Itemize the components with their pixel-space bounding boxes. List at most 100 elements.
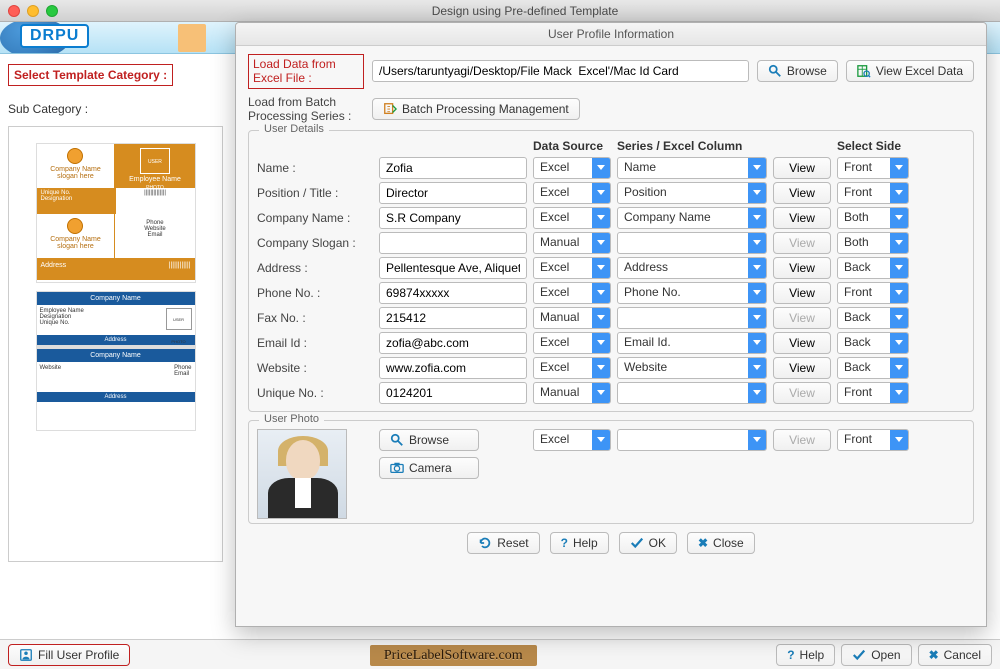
- fill-user-profile-button[interactable]: Fill User Profile: [8, 644, 130, 666]
- tmpl-company2: Company Name: [37, 236, 115, 243]
- series-column-select[interactable]: Website: [617, 357, 767, 379]
- chevron-down-icon: [748, 383, 766, 403]
- data-source-select[interactable]: Excel: [533, 182, 611, 204]
- tmpl2-uniq: Unique No.: [40, 320, 84, 326]
- select-side-select[interactable]: Both: [837, 207, 909, 229]
- chevron-down-icon: [890, 430, 908, 450]
- tmpl-company: Company Name: [37, 166, 115, 173]
- camera-icon: [390, 461, 404, 475]
- photo-browse-label: Browse: [409, 433, 449, 447]
- chevron-down-icon: [748, 208, 766, 228]
- help-button[interactable]: ? Help: [550, 532, 609, 554]
- series-column-select[interactable]: [617, 307, 767, 329]
- series-column-select[interactable]: [617, 382, 767, 404]
- user-photo-legend: User Photo: [259, 413, 324, 425]
- data-source-select[interactable]: Excel: [533, 282, 611, 304]
- photo-camera-button[interactable]: Camera: [379, 457, 479, 479]
- tmpl-desig: Designation: [41, 196, 112, 202]
- footer-cancel-button[interactable]: ✖ Cancel: [918, 644, 992, 666]
- data-source-select[interactable]: Excel: [533, 157, 611, 179]
- zoom-window-icon[interactable]: [46, 5, 58, 17]
- field-label: Address :: [257, 261, 373, 275]
- titlebar: Design using Pre-defined Template: [0, 0, 1000, 22]
- chevron-down-icon: [890, 158, 908, 178]
- photo-column-select[interactable]: [617, 429, 767, 451]
- chevron-down-icon: [748, 283, 766, 303]
- select-side-select[interactable]: Front: [837, 382, 909, 404]
- view-button[interactable]: View: [773, 282, 831, 304]
- browse-excel-button[interactable]: Browse: [757, 60, 838, 82]
- field-value-input[interactable]: [379, 257, 527, 279]
- series-column-select[interactable]: Company Name: [617, 207, 767, 229]
- close-window-icon[interactable]: [8, 5, 20, 17]
- field-value-input[interactable]: [379, 207, 527, 229]
- chevron-down-icon: [890, 283, 908, 303]
- template-thumbnail-2[interactable]: Company Name Employee NameDesignationUni…: [36, 291, 196, 431]
- field-value-input[interactable]: [379, 382, 527, 404]
- field-value-input[interactable]: [379, 157, 527, 179]
- detail-row: Position / Title :ExcelPositionViewFront: [257, 182, 965, 204]
- data-source-select[interactable]: Excel: [533, 332, 611, 354]
- view-button[interactable]: View: [773, 332, 831, 354]
- field-value-input[interactable]: [379, 332, 527, 354]
- excel-path-input[interactable]: [372, 60, 749, 82]
- minimize-window-icon[interactable]: [27, 5, 39, 17]
- batch-processing-button[interactable]: Batch Processing Management: [372, 98, 580, 120]
- select-side-select[interactable]: Back: [837, 357, 909, 379]
- series-column-select[interactable]: Name: [617, 157, 767, 179]
- select-side-select[interactable]: Front: [837, 282, 909, 304]
- view-button[interactable]: View: [773, 257, 831, 279]
- data-source-select[interactable]: Manual: [533, 232, 611, 254]
- series-column-select[interactable]: Email Id.: [617, 332, 767, 354]
- view-excel-data-button[interactable]: View Excel Data: [846, 60, 974, 82]
- field-value-input[interactable]: [379, 307, 527, 329]
- template-thumbnail-1[interactable]: Company Nameslogan here USER PHOTOEmploy…: [36, 143, 196, 283]
- view-excel-label: View Excel Data: [876, 64, 963, 78]
- batch-icon: [383, 102, 397, 116]
- view-button[interactable]: View: [773, 207, 831, 229]
- data-source-select[interactable]: Excel: [533, 257, 611, 279]
- select-side-select[interactable]: Both: [837, 232, 909, 254]
- series-column-select[interactable]: Position: [617, 182, 767, 204]
- x-icon: ✖: [929, 648, 939, 662]
- view-button: View: [773, 307, 831, 329]
- view-button[interactable]: View: [773, 357, 831, 379]
- series-column-select[interactable]: [617, 232, 767, 254]
- window-controls: [8, 5, 58, 17]
- ok-button[interactable]: OK: [619, 532, 677, 554]
- user-photo-fieldset: User Photo Browse: [248, 420, 974, 524]
- footer-open-button[interactable]: Open: [841, 644, 911, 666]
- field-value-input[interactable]: [379, 232, 527, 254]
- series-column-select[interactable]: Address: [617, 257, 767, 279]
- series-column-select[interactable]: Phone No.: [617, 282, 767, 304]
- view-button[interactable]: View: [773, 157, 831, 179]
- photo-source-select[interactable]: Excel: [533, 429, 611, 451]
- field-value-input[interactable]: [379, 282, 527, 304]
- select-side-select[interactable]: Front: [837, 157, 909, 179]
- fill-profile-label: Fill User Profile: [38, 648, 119, 662]
- view-button[interactable]: View: [773, 182, 831, 204]
- footer-open-label: Open: [871, 648, 900, 662]
- select-side-select[interactable]: Back: [837, 307, 909, 329]
- reset-button[interactable]: Reset: [467, 532, 539, 554]
- chevron-down-icon: [890, 358, 908, 378]
- close-button[interactable]: ✖ Close: [687, 532, 755, 554]
- chevron-down-icon: [890, 308, 908, 328]
- select-side-select[interactable]: Back: [837, 332, 909, 354]
- footer-help-button[interactable]: ? Help: [776, 644, 835, 666]
- photo-side-select[interactable]: Front: [837, 429, 909, 451]
- load-excel-label: Load Data from Excel File :: [248, 54, 364, 89]
- select-side-select[interactable]: Back: [837, 257, 909, 279]
- data-source-select[interactable]: Manual: [533, 307, 611, 329]
- app-footer: Fill User Profile PriceLabelSoftware.com…: [0, 639, 1000, 669]
- data-source-select[interactable]: Excel: [533, 357, 611, 379]
- select-side-select[interactable]: Front: [837, 182, 909, 204]
- template-preview-list[interactable]: Company Nameslogan here USER PHOTOEmploy…: [8, 126, 223, 562]
- app-logo: DRPU: [20, 24, 89, 48]
- field-value-input[interactable]: [379, 357, 527, 379]
- data-source-select[interactable]: Excel: [533, 207, 611, 229]
- detail-row: Company Name :ExcelCompany NameViewBoth: [257, 207, 965, 229]
- photo-browse-button[interactable]: Browse: [379, 429, 479, 451]
- data-source-select[interactable]: Manual: [533, 382, 611, 404]
- field-value-input[interactable]: [379, 182, 527, 204]
